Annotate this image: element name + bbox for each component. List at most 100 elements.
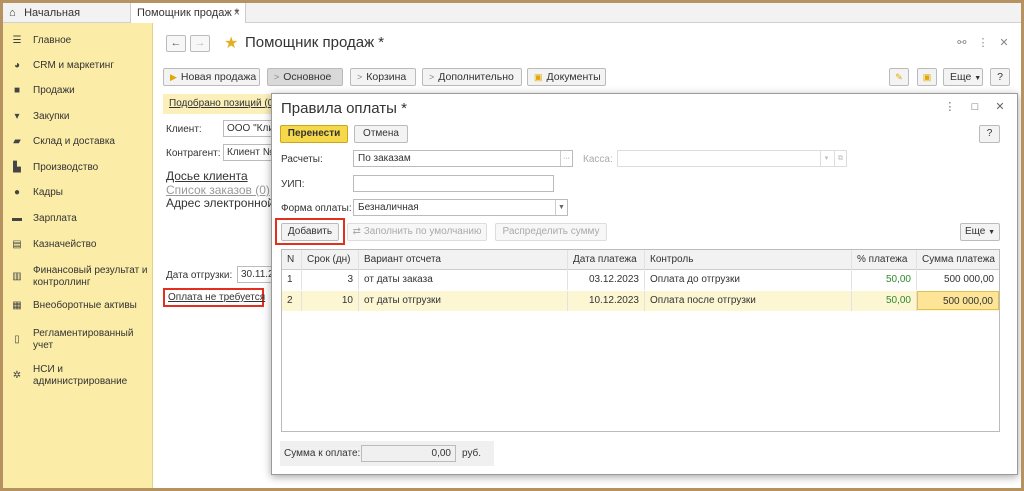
cell-term: 3 bbox=[302, 270, 359, 290]
tab-sales-assistant[interactable]: Помощник продаж * × bbox=[130, 3, 246, 24]
sidebar: ☰ Главное ◕ CRM и маркетинг ■ Продажи ▾ … bbox=[3, 23, 153, 488]
tab-home[interactable]: ⌂ Начальная страница bbox=[3, 3, 127, 39]
more-vertical-icon[interactable]: ⋮ bbox=[939, 100, 961, 113]
payment-form-select[interactable]: Безналичная ▼ bbox=[353, 199, 568, 216]
transfer-button[interactable]: Перенести bbox=[280, 125, 348, 143]
help-button[interactable]: ? bbox=[990, 68, 1010, 86]
add-button[interactable]: Добавить bbox=[281, 223, 339, 241]
chevron-right-icon: > bbox=[274, 72, 280, 82]
sidebar-item-label: Закупки bbox=[33, 111, 70, 122]
payment-schedule-table: N Срок (дн) Вариант отсчета Дата платежа… bbox=[281, 249, 1000, 432]
bar-chart-icon: ▥ bbox=[12, 271, 22, 282]
cart-label: Корзина bbox=[366, 71, 407, 83]
dropdown-icon[interactable]: ··· bbox=[560, 151, 572, 166]
sidebar-item-label: Регламентированный учет bbox=[33, 328, 134, 351]
help-button[interactable]: ? bbox=[979, 125, 1000, 143]
column-header-variant[interactable]: Вариант отсчета bbox=[359, 250, 568, 270]
shipment-date-label: Дата отгрузки: bbox=[166, 270, 233, 281]
payment-rules-dialog: Правила оплаты * ⋮ □ ✕ Перенести Отмена … bbox=[271, 93, 1018, 475]
forward-button[interactable]: → bbox=[190, 35, 210, 52]
edit-button[interactable]: ✎ bbox=[889, 68, 909, 86]
additional-label: Дополнительно bbox=[438, 71, 514, 83]
column-header-term[interactable]: Срок (дн) bbox=[302, 250, 359, 270]
additional-button[interactable]: > Дополнительно bbox=[422, 68, 522, 86]
sidebar-item-label: Кадры bbox=[33, 187, 63, 198]
more-button[interactable]: Еще ▼ bbox=[943, 68, 983, 86]
payment-not-required-link[interactable]: Оплата не требуется bbox=[168, 292, 265, 303]
close-icon[interactable]: × bbox=[234, 3, 240, 23]
star-icon[interactable]: ★ bbox=[224, 33, 238, 53]
payment-form-label: Форма оплаты: bbox=[281, 203, 352, 214]
play-icon: ▶ bbox=[170, 72, 177, 82]
sidebar-item-label: НСИ и администрирование bbox=[33, 364, 128, 387]
close-icon[interactable]: ✕ bbox=[995, 36, 1013, 49]
more-button[interactable]: Еще ▼ bbox=[960, 223, 1000, 241]
chevron-down-icon[interactable]: ▼ bbox=[555, 200, 567, 215]
total-label: Сумма к оплате: bbox=[284, 448, 361, 459]
person-icon: ● bbox=[13, 187, 21, 198]
dropdown-icon[interactable]: ▾ bbox=[820, 151, 832, 166]
column-header-date[interactable]: Дата платежа bbox=[568, 250, 645, 270]
cancel-button[interactable]: Отмена bbox=[354, 125, 408, 143]
picked-positions-link[interactable]: Подобрано позиций (0) bbox=[169, 98, 277, 109]
arrow-right-icon: → bbox=[194, 37, 206, 49]
cashbox-select[interactable]: ▾ ⧉ bbox=[617, 150, 847, 167]
distribute-sum-button[interactable]: Распределить сумму bbox=[495, 223, 607, 241]
documents-button[interactable]: ▣ Документы bbox=[527, 68, 606, 86]
shipment-date-field[interactable]: 30.11.2 bbox=[237, 266, 273, 283]
column-header-percent[interactable]: % платежа bbox=[852, 250, 917, 270]
contractor-field[interactable]: Клиент № bbox=[223, 144, 275, 161]
wallet-icon: ▬ bbox=[12, 213, 22, 224]
new-sale-label: Новая продажа bbox=[180, 71, 257, 83]
cell-variant: от даты отгрузки bbox=[359, 291, 568, 311]
fill-icon: ⇄ bbox=[352, 226, 361, 237]
contractor-label: Контрагент: bbox=[166, 148, 221, 159]
table-row[interactable]: 2 10 от даты отгрузки 10.12.2023 Оплата … bbox=[282, 291, 999, 311]
cell-control: Оплата после отгрузки bbox=[645, 291, 852, 311]
client-dossier-link[interactable]: Досье клиента bbox=[166, 169, 248, 183]
payment-form-value: Безналичная bbox=[358, 202, 419, 213]
tab-bar: ⌂ Начальная страница Помощник продаж * × bbox=[3, 3, 1021, 39]
column-header-n[interactable]: N bbox=[282, 250, 302, 270]
cart-button[interactable]: > Корзина bbox=[350, 68, 416, 86]
basic-button[interactable]: > Основное bbox=[267, 68, 343, 86]
link-icon[interactable]: ⚯ bbox=[953, 36, 971, 49]
app-window: ⌂ Начальная страница Помощник продаж * ×… bbox=[3, 3, 1021, 488]
cell-n: 1 bbox=[282, 270, 302, 290]
new-sale-button[interactable]: ▶ Новая продажа bbox=[163, 68, 260, 86]
column-header-control[interactable]: Контроль bbox=[645, 250, 852, 270]
table-row[interactable]: 1 3 от даты заказа 03.12.2023 Оплата до … bbox=[282, 270, 999, 290]
maximize-icon[interactable]: □ bbox=[964, 101, 986, 113]
sidebar-item-label: Казначейство bbox=[33, 239, 97, 250]
factory-icon: ▙ bbox=[13, 162, 21, 173]
sidebar-item-label: Финансовый результат и контроллинг bbox=[33, 265, 148, 288]
window-controls: ⚯ ⋮ ✕ bbox=[953, 36, 1013, 49]
fill-default-button[interactable]: ⇄ Заполнить по умолчанию bbox=[347, 223, 487, 241]
email-address-label: Адрес электронной bbox=[166, 196, 275, 210]
sidebar-item-label: Внеоборотные активы bbox=[33, 300, 137, 311]
uip-field[interactable] bbox=[353, 175, 554, 192]
building-icon: ▦ bbox=[12, 300, 22, 311]
close-icon[interactable]: ✕ bbox=[989, 100, 1011, 113]
documents-icon: ▣ bbox=[534, 72, 543, 82]
report-button[interactable]: ▣ bbox=[917, 68, 937, 86]
uip-label: УИП: bbox=[281, 179, 305, 190]
cell-variant: от даты заказа bbox=[359, 270, 568, 290]
home-icon: ⌂ bbox=[9, 7, 16, 19]
column-header-amount[interactable]: Сумма платежа bbox=[917, 250, 999, 270]
total-field: 0,00 bbox=[361, 445, 456, 462]
settlements-value: По заказам bbox=[358, 153, 411, 164]
tab-sales-assistant-label: Помощник продаж * bbox=[137, 7, 240, 19]
sidebar-item-label: Продажи bbox=[33, 85, 75, 96]
more-vertical-icon[interactable]: ⋮ bbox=[974, 36, 992, 49]
page-title: Помощник продаж * bbox=[245, 34, 385, 51]
more-label: Еще bbox=[950, 71, 972, 83]
client-field[interactable]: ООО "Кли bbox=[223, 120, 275, 137]
back-button[interactable]: ← bbox=[166, 35, 186, 52]
chevron-down-icon: ▼ bbox=[988, 229, 996, 236]
orders-list-link[interactable]: Список заказов (0) bbox=[166, 183, 270, 197]
cell-amount[interactable]: 500 000,00 bbox=[917, 291, 999, 310]
edit-icon: ✎ bbox=[895, 72, 903, 82]
open-icon[interactable]: ⧉ bbox=[834, 151, 846, 166]
settlements-select[interactable]: По заказам ··· bbox=[353, 150, 573, 167]
